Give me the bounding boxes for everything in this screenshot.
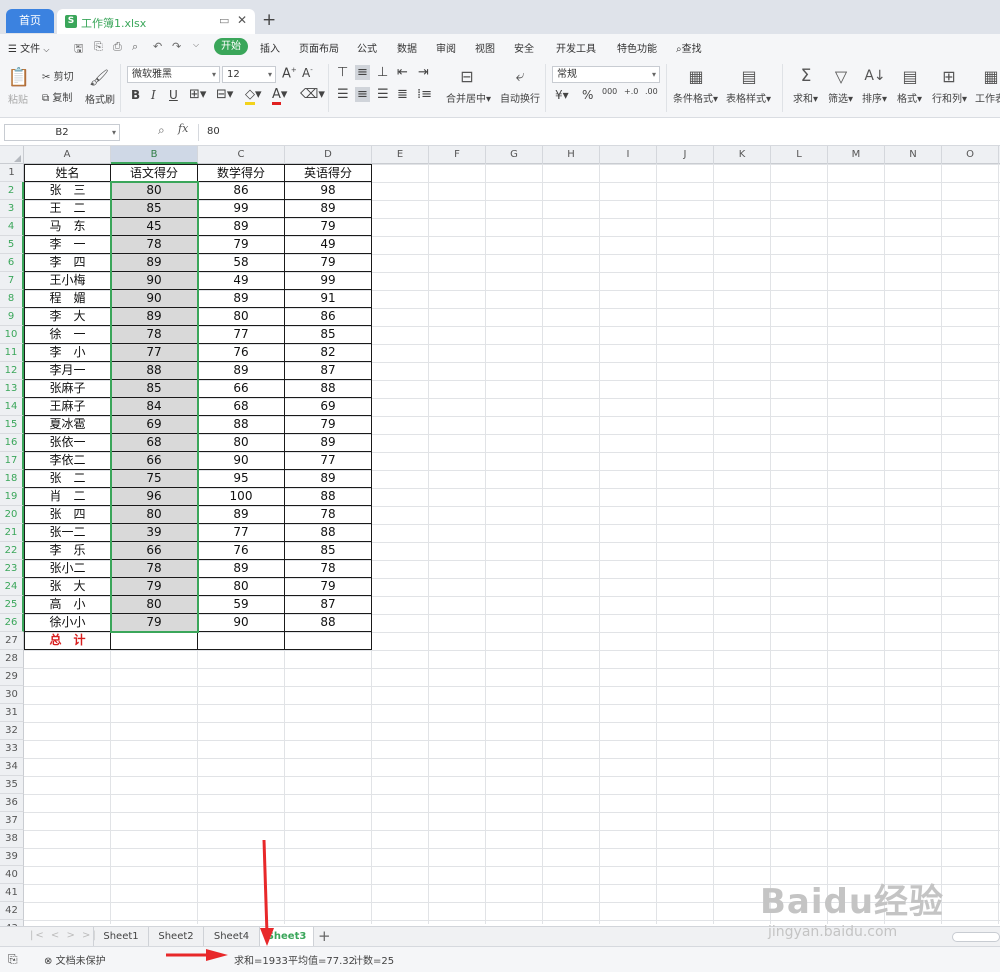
watermark-logo: Baidu经验 [760, 882, 945, 922]
annotation-arrows [166, 839, 274, 961]
annotation-arrowhead [206, 949, 228, 961]
baidu-watermark: Baidu经验 jingyan.baidu.com [760, 874, 945, 940]
vertical-annotation-arrow [262, 839, 269, 935]
annotation-arrowhead [260, 928, 274, 946]
watermark-url: jingyan.baidu.com [768, 924, 898, 940]
